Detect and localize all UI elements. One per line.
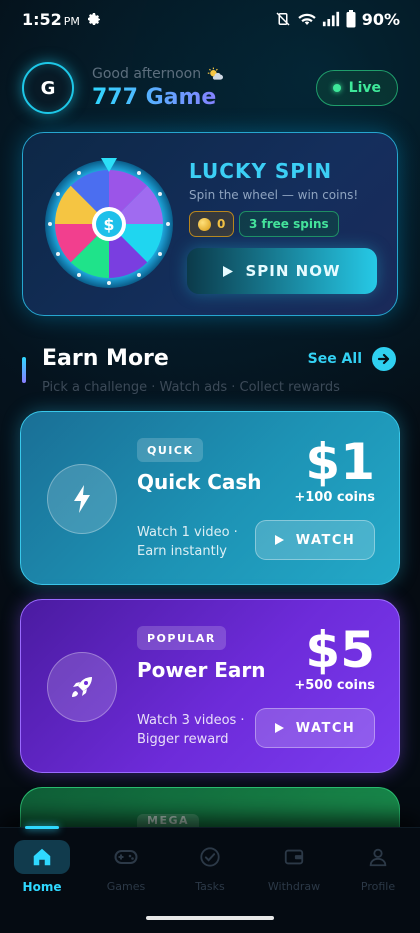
nav-active-indicator	[25, 826, 59, 829]
settings-gear-icon	[87, 13, 100, 25]
nav-label: Games	[106, 880, 146, 893]
coin-balance-chip: 0	[189, 211, 235, 237]
card-title: Power Earn	[137, 658, 266, 682]
live-badge[interactable]: Live	[315, 70, 398, 106]
nav-label: Tasks	[195, 880, 225, 893]
nav-label: Home	[22, 880, 62, 894]
earn-card-power-earn[interactable]: POPULAR Power Earn Watch 3 videos · Bigg…	[20, 599, 400, 773]
live-dot-icon	[332, 84, 341, 92]
coin-balance: 0	[217, 217, 226, 231]
spin-title: LUCKY SPIN	[189, 159, 333, 183]
see-all-link[interactable]: See All	[308, 347, 396, 371]
battery-percent: 90%	[361, 9, 400, 29]
see-all-label: See All	[307, 351, 362, 367]
spin-subtitle: Spin the wheel — win coins!	[189, 188, 359, 202]
play-icon	[223, 265, 234, 277]
spin-wheel-icon[interactable]: $	[43, 158, 175, 290]
check-circle-icon	[182, 840, 238, 874]
wifi-icon	[298, 13, 316, 25]
header: G Good afternoon 777 Game Live	[22, 58, 398, 118]
status-bar: 1:52 PM 90%	[0, 0, 420, 38]
nav-item-profile[interactable]: Profile	[336, 840, 420, 900]
vibrate-off-icon	[276, 12, 290, 26]
spin-now-label: SPIN NOW	[245, 262, 341, 280]
rocket-icon	[47, 652, 117, 722]
nav-item-games[interactable]: Games	[84, 840, 168, 900]
home-icon	[14, 840, 70, 874]
spin-now-button[interactable]: SPIN NOW	[187, 248, 377, 294]
watch-label: WATCH	[295, 532, 356, 548]
wheel-center-symbol: $	[103, 215, 114, 234]
section-subtitle: Pick a challenge · Watch ads · Collect r…	[42, 380, 340, 395]
section-accent-bar	[22, 357, 26, 383]
wallet-icon	[266, 840, 322, 874]
card-title: Quick Cash	[137, 470, 262, 494]
reward-coins: +100 coins	[294, 490, 375, 505]
nav-item-home[interactable]: Home	[0, 840, 84, 900]
battery-icon	[346, 10, 356, 28]
reward-amount: $5	[305, 621, 375, 679]
nav-label: Withdraw	[267, 880, 321, 893]
gamepad-icon	[98, 840, 154, 874]
free-spins-chip: 3 free spins	[239, 211, 339, 237]
nav-item-withdraw[interactable]: Withdraw	[252, 840, 336, 900]
nav-item-tasks[interactable]: Tasks	[168, 840, 252, 900]
app-title: 777 Game	[92, 85, 223, 110]
section-title: Earn More	[42, 346, 169, 371]
play-icon	[274, 723, 284, 733]
lucky-spin-card[interactable]: $ LUCKY SPIN Spin the wheel — win coins!…	[22, 132, 398, 316]
card-description: Watch 3 videos · Bigger reward	[137, 713, 245, 747]
arrow-right-icon	[372, 347, 396, 371]
card-tag: POPULAR	[137, 626, 226, 650]
cell-signal-icon	[322, 11, 339, 27]
avatar[interactable]: G	[22, 62, 74, 114]
sun-cloud-icon	[207, 67, 224, 80]
watch-button[interactable]: WATCH	[255, 708, 375, 748]
status-time: 1:52 PM	[22, 9, 80, 29]
greeting-text: Good afternoon	[92, 66, 202, 82]
reward-amount: $1	[305, 433, 375, 491]
watch-label: WATCH	[295, 720, 356, 736]
earn-card-quick-cash[interactable]: QUICK Quick Cash Watch 1 video · Earn in…	[20, 411, 400, 585]
nav-label: Profile	[360, 880, 396, 893]
user-icon	[350, 840, 406, 874]
card-description: Watch 1 video · Earn instantly	[137, 525, 238, 559]
watch-button[interactable]: WATCH	[255, 520, 375, 560]
greeting-block: Good afternoon 777 Game	[92, 66, 224, 110]
live-label: Live	[348, 80, 381, 96]
reward-coins: +500 coins	[294, 678, 375, 693]
coin-icon	[198, 217, 211, 231]
home-gesture-bar[interactable]	[146, 916, 274, 920]
card-tag: QUICK	[137, 438, 204, 462]
lightning-icon	[47, 464, 117, 534]
play-icon	[274, 535, 284, 545]
